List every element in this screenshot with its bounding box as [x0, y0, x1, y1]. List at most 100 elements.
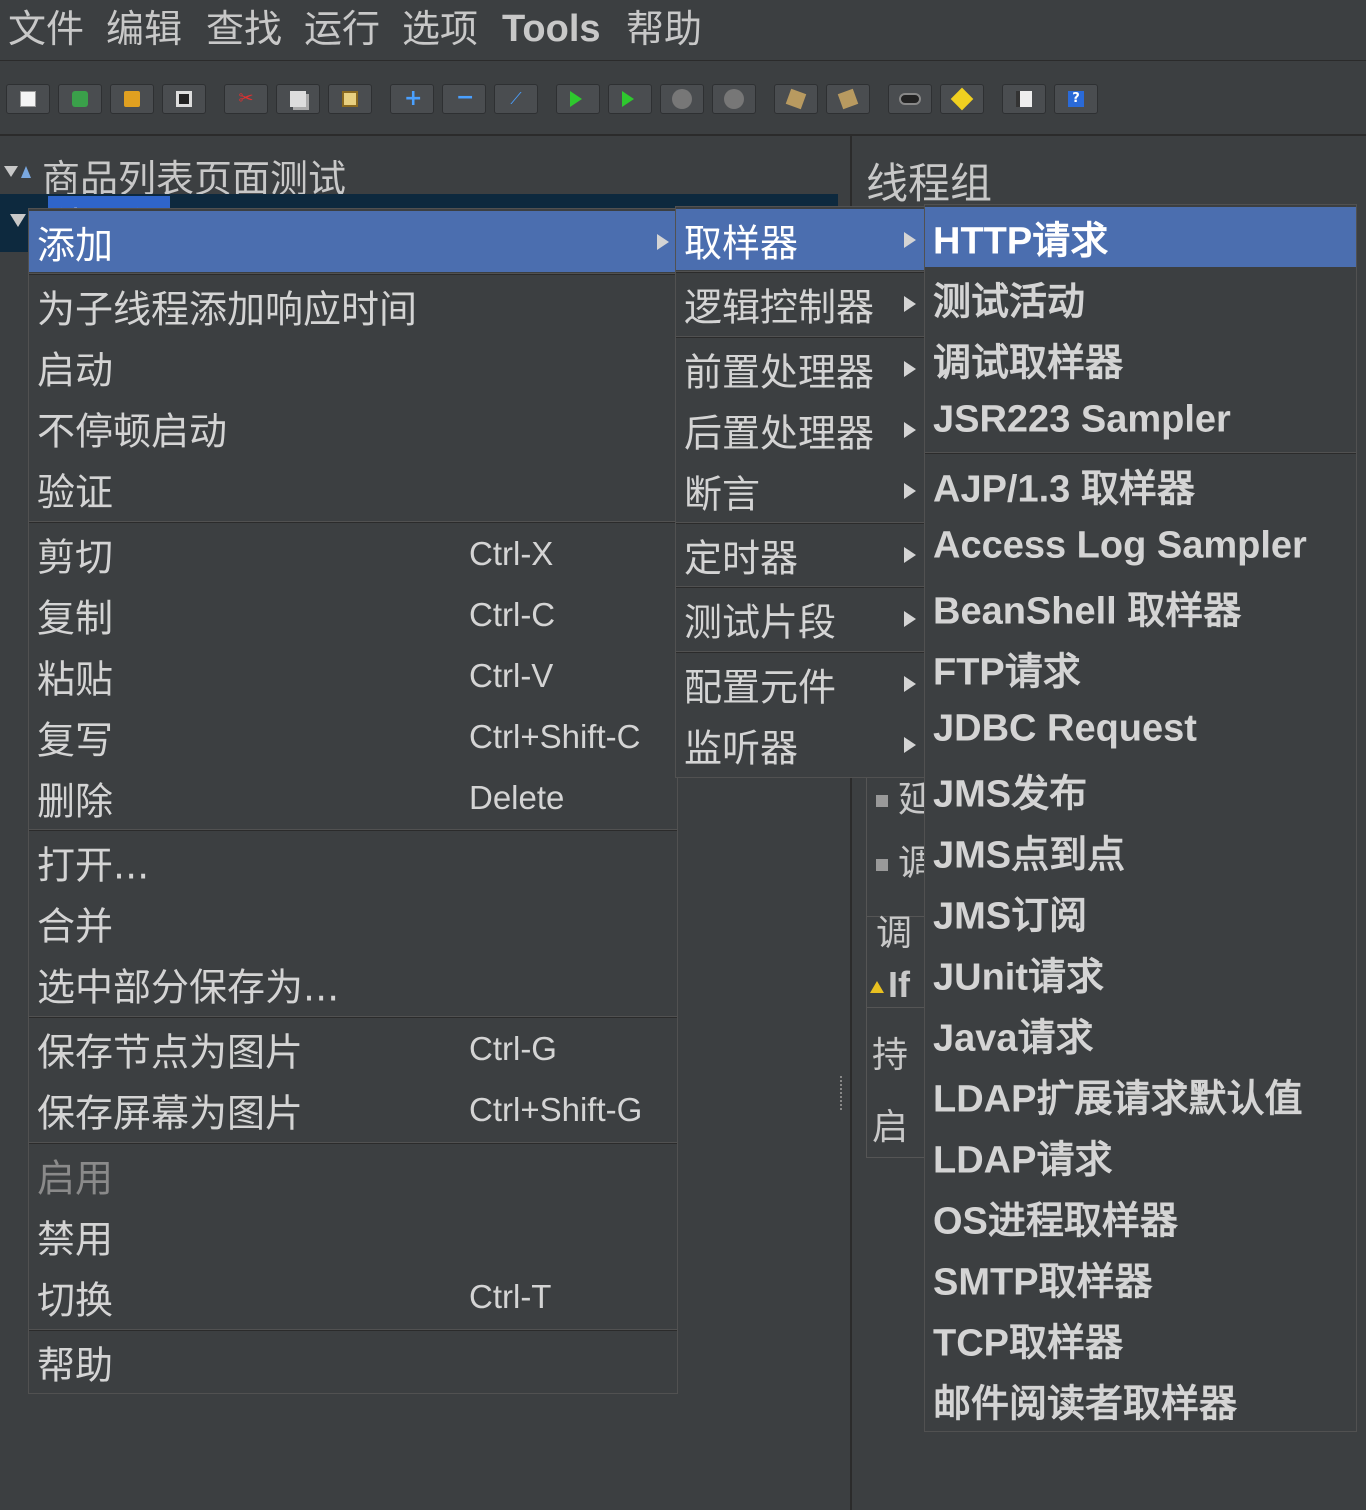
menu-item-save-selection-as[interactable]: 选中部分保存为... — [29, 953, 677, 1014]
menu-item-label: 粘贴 — [37, 657, 114, 701]
splitter-grip[interactable] — [840, 1076, 850, 1110]
menu-item-add-think-time[interactable]: 为子线程添加响应时间 — [29, 275, 677, 336]
menu-item-ldap-request[interactable]: LDAP请求 — [925, 1125, 1356, 1186]
menu-item-label: JMS点到点 — [933, 834, 1126, 876]
menu-search[interactable]: 查找 — [206, 6, 282, 52]
menu-item-save-screen-as-image[interactable]: 保存屏幕为图片 Ctrl+Shift-G — [29, 1079, 677, 1140]
menu-item-label: TCP取样器 — [933, 1322, 1124, 1364]
start-button[interactable] — [556, 84, 600, 114]
new-button[interactable] — [6, 84, 50, 114]
menu-item-http-request[interactable]: HTTP请求 — [925, 207, 1356, 267]
menu-item-disable[interactable]: 禁用 — [29, 1205, 677, 1266]
menu-item-logic-controller[interactable]: 逻辑控制器 — [676, 273, 924, 335]
menu-item-label: 监听器 — [684, 726, 799, 770]
cut-button[interactable]: ✂ — [224, 84, 268, 114]
menu-file[interactable]: 文件 — [8, 6, 84, 52]
new-icon — [20, 91, 36, 107]
menu-options[interactable]: 选项 — [402, 6, 478, 52]
menu-item-validate[interactable]: 验证 — [29, 458, 677, 519]
expand-triangle-icon[interactable] — [10, 214, 26, 227]
menu-item-junit-request[interactable]: JUnit请求 — [925, 942, 1356, 1003]
submenu-arrow-icon — [904, 360, 916, 377]
menu-item-ldap-extended-request[interactable]: LDAP扩展请求默认值 — [925, 1064, 1356, 1125]
menu-item-listener[interactable]: 监听器 — [676, 714, 924, 775]
menu-item-mail-reader-sampler[interactable]: 邮件阅读者取样器 — [925, 1369, 1356, 1430]
menu-item-label: FTP请求 — [933, 651, 1081, 693]
menu-item-smtp-sampler[interactable]: SMTP取样器 — [925, 1247, 1356, 1308]
menu-item-label: 剪切 — [37, 535, 114, 579]
menu-item-java-request[interactable]: Java请求 — [925, 1003, 1356, 1064]
menu-item-sampler[interactable]: 取样器 — [676, 209, 924, 270]
menu-item-jdbc-request[interactable]: JDBC Request — [925, 698, 1356, 759]
menu-item-delete[interactable]: 删除 Delete — [29, 767, 677, 828]
submenu-arrow-icon — [904, 421, 916, 438]
menu-item-label: OS进程取样器 — [933, 1200, 1178, 1242]
search-button[interactable] — [888, 84, 932, 114]
menu-item-paste[interactable]: 粘贴 Ctrl-V — [29, 645, 677, 706]
menu-item-start[interactable]: 启动 — [29, 336, 677, 397]
menu-item-label: 切换 — [37, 1278, 114, 1322]
menu-item-label: 打开... — [37, 843, 150, 887]
menu-item-jsr223-sampler[interactable]: JSR223 Sampler — [925, 389, 1356, 450]
templates-button[interactable] — [58, 84, 102, 114]
tree-node-test-plan[interactable]: 商品列表页面测试 — [0, 144, 838, 201]
reset-search-button[interactable] — [940, 84, 984, 114]
function-helper-button[interactable] — [1002, 84, 1046, 114]
shutdown-icon — [724, 89, 744, 109]
menu-item-duplicate[interactable]: 复写 Ctrl+Shift-C — [29, 706, 677, 767]
help-button[interactable]: ? — [1054, 84, 1098, 114]
menu-item-flow-control-action[interactable]: 测试活动 — [925, 267, 1356, 328]
menu-item-debug-sampler[interactable]: 调试取样器 — [925, 328, 1356, 389]
menu-help[interactable]: 帮助 — [626, 6, 702, 52]
shutdown-button[interactable] — [712, 84, 756, 114]
menu-item-assertion[interactable]: 断言 — [676, 460, 924, 521]
expand-button[interactable]: + — [390, 84, 434, 114]
save-button[interactable] — [162, 84, 206, 114]
add-submenu: 取样器 逻辑控制器 前置处理器 后置处理器 断言 定时器 测试片段 配置元件 监… — [675, 206, 925, 778]
menu-item-cut[interactable]: 剪切 Ctrl-X — [29, 523, 677, 584]
menu-item-save-node-as-image[interactable]: 保存节点为图片 Ctrl-G — [29, 1018, 677, 1079]
menu-item-access-log-sampler[interactable]: Access Log Sampler — [925, 515, 1356, 576]
paste-button[interactable] — [328, 84, 372, 114]
collapse-button[interactable]: − — [442, 84, 486, 114]
open-icon — [124, 91, 140, 107]
menu-item-open[interactable]: 打开... — [29, 831, 677, 892]
menu-item-config-element[interactable]: 配置元件 — [676, 653, 924, 714]
menu-item-label: 为子线程添加响应时间 — [37, 287, 418, 331]
menu-item-label: LDAP扩展请求默认值 — [933, 1078, 1303, 1120]
menu-item-merge[interactable]: 合并 — [29, 892, 677, 953]
submenu-arrow-icon — [904, 546, 916, 563]
menu-item-toggle[interactable]: 切换 Ctrl-T — [29, 1266, 677, 1327]
clear-all-button[interactable] — [826, 84, 870, 114]
menu-item-jms-publisher[interactable]: JMS发布 — [925, 759, 1356, 820]
stop-button[interactable] — [660, 84, 704, 114]
menu-item-timer[interactable]: 定时器 — [676, 524, 924, 585]
menu-item-jms-point-to-point[interactable]: JMS点到点 — [925, 820, 1356, 881]
menu-item-tcp-sampler[interactable]: TCP取样器 — [925, 1308, 1356, 1369]
menu-item-copy[interactable]: 复制 Ctrl-C — [29, 584, 677, 645]
menu-item-beanshell-sampler[interactable]: BeanShell 取样器 — [925, 576, 1356, 637]
menu-tools[interactable]: Tools — [502, 6, 601, 52]
menu-item-os-process-sampler[interactable]: OS进程取样器 — [925, 1186, 1356, 1247]
copy-icon — [290, 91, 306, 107]
stop-icon — [672, 89, 692, 109]
clear-button[interactable] — [774, 84, 818, 114]
menu-item-start-no-pause[interactable]: 不停顿启动 — [29, 397, 677, 458]
menu-run[interactable]: 运行 — [304, 6, 380, 52]
menu-item-post-processor[interactable]: 后置处理器 — [676, 399, 924, 460]
toggle-button[interactable]: ⟋ — [494, 84, 538, 114]
copy-button[interactable] — [276, 84, 320, 114]
menu-item-add[interactable]: 添加 — [29, 211, 677, 272]
menu-item-ftp-request[interactable]: FTP请求 — [925, 637, 1356, 698]
menu-item-pre-processor[interactable]: 前置处理器 — [676, 338, 924, 399]
menu-item-jms-subscriber[interactable]: JMS订阅 — [925, 881, 1356, 942]
menu-item-ajp-sampler[interactable]: AJP/1.3 取样器 — [925, 454, 1356, 515]
expand-triangle-icon[interactable] — [4, 166, 18, 177]
menu-item-test-fragment[interactable]: 测试片段 — [676, 588, 924, 650]
open-button[interactable] — [110, 84, 154, 114]
start-no-pause-button[interactable] — [608, 84, 652, 114]
menu-edit[interactable]: 编辑 — [106, 6, 182, 52]
menu-item-label: 测试活动 — [933, 281, 1086, 323]
menu-item-help[interactable]: 帮助 — [29, 1331, 677, 1392]
menu-item-label: Java请求 — [933, 1017, 1094, 1059]
